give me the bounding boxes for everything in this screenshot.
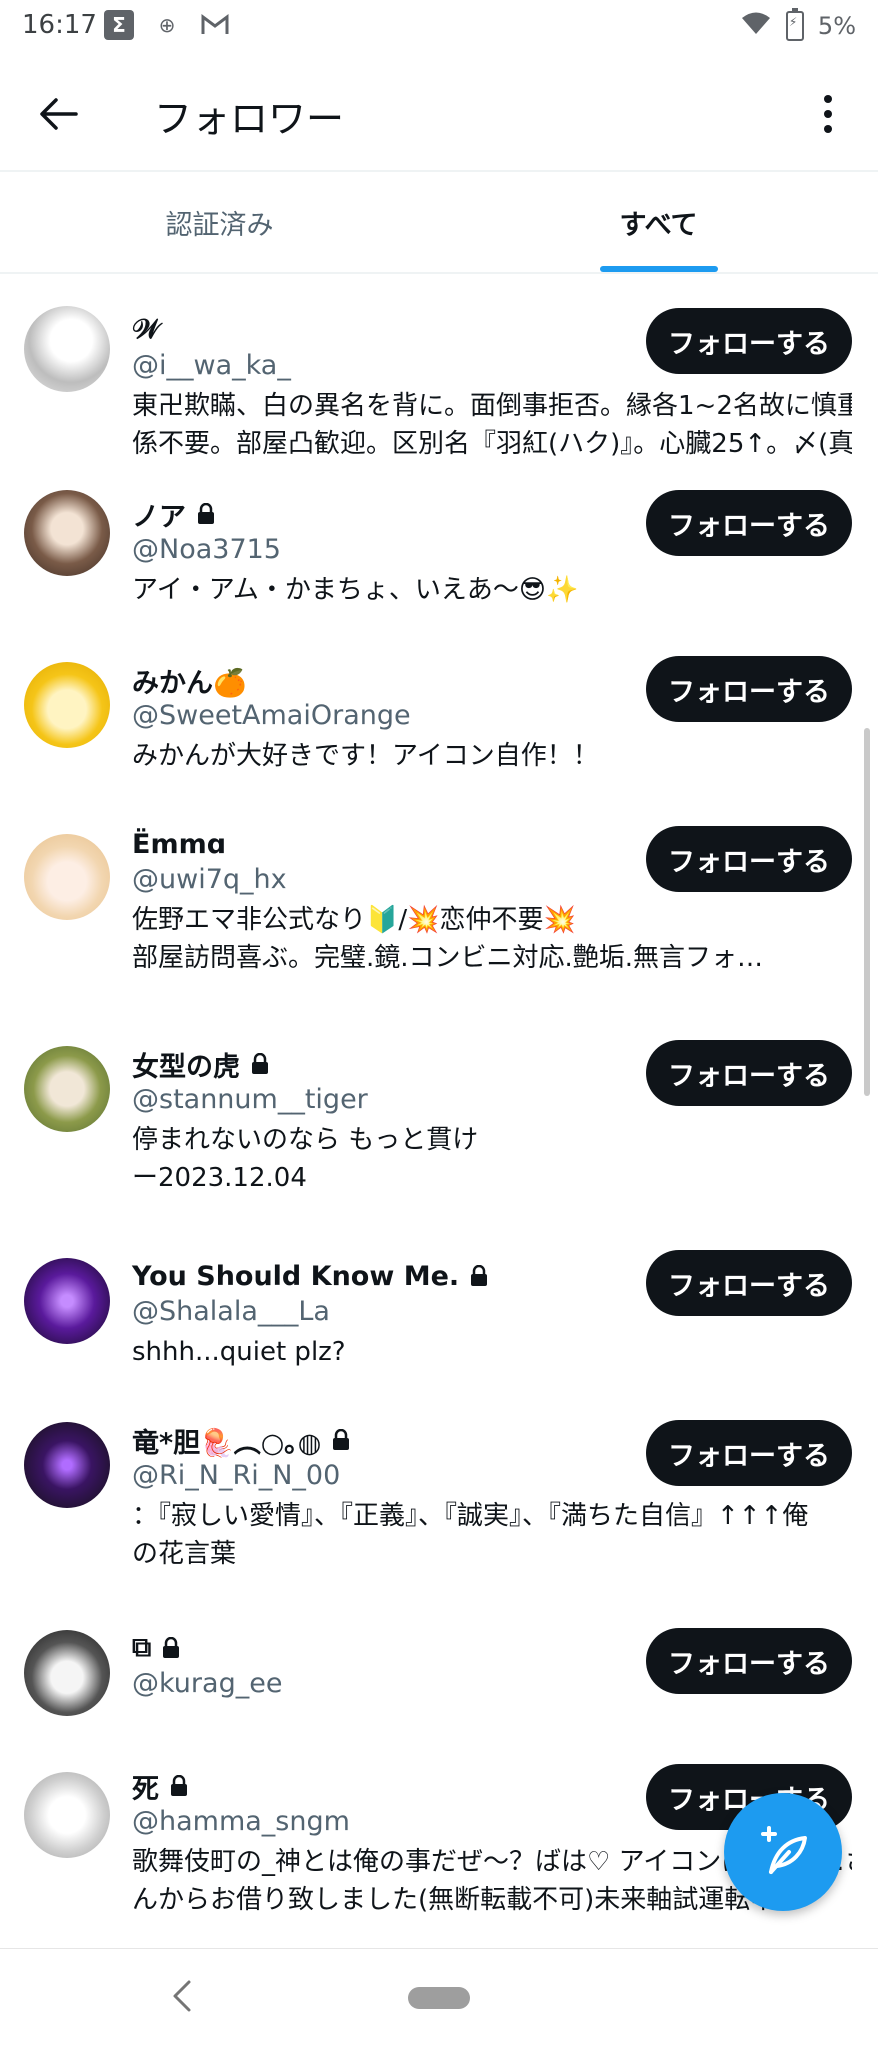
display-name: 女型の虎 bbox=[132, 1051, 240, 1083]
display-name: 𝒲 bbox=[132, 314, 161, 345]
follower-row[interactable]: You Should Know Me. @Shalala___La shhh..… bbox=[0, 1244, 878, 1414]
follow-button[interactable]: フォローする bbox=[646, 1250, 852, 1316]
notification-icons: Σ ⊕ bbox=[104, 10, 230, 40]
follower-row[interactable]: 女型の虎 @stannum__tiger 停まれないのなら もっと貫け ー202… bbox=[0, 1034, 878, 1244]
bio: 佐野エマ非公式なり🔰/💥恋仲不要💥 部屋訪問喜ぶ。完璧.鏡.コンビニ対応.艶垢.… bbox=[132, 905, 764, 973]
tab-verified[interactable]: 認証済み bbox=[0, 172, 439, 272]
follow-button[interactable]: フォローする bbox=[646, 1040, 852, 1106]
status-time: 16:17 bbox=[22, 10, 97, 40]
bio: みかんが大好きです！アイコン自作！！ bbox=[132, 741, 599, 771]
nav-back-button[interactable] bbox=[162, 1971, 202, 2021]
more-vertical-icon bbox=[824, 95, 832, 133]
sigma-app-icon: Σ bbox=[104, 10, 134, 40]
compose-button[interactable] bbox=[724, 1793, 842, 1911]
follow-button[interactable]: フォローする bbox=[646, 1628, 852, 1694]
lock-icon bbox=[171, 1775, 187, 1796]
tab-label: すべて bbox=[619, 209, 698, 241]
display-name: ノア bbox=[132, 501, 186, 533]
bio: 東卍欺瞞、白の異名を背に。面倒事拒否。縁各1~2名故に慎重。関 係不要。部屋凸歓… bbox=[132, 391, 852, 459]
avatar[interactable] bbox=[24, 1630, 110, 1716]
bio: 停まれないのなら もっと貫け ー2023.12.04 bbox=[132, 1125, 479, 1193]
wifi-icon bbox=[740, 10, 772, 42]
display-name: You Should Know Me. bbox=[132, 1260, 460, 1292]
follower-row[interactable]: 𝒲 @i__wa_ka_ 東卍欺瞞、白の異名を背に。面倒事拒否。縁各1~2名故に… bbox=[0, 272, 878, 482]
display-name: ⧉ bbox=[132, 1632, 152, 1663]
chevron-left-icon bbox=[173, 1980, 191, 2012]
follow-button[interactable]: フォローする bbox=[646, 656, 852, 722]
follow-button[interactable]: フォローする bbox=[646, 308, 852, 374]
avatar[interactable] bbox=[24, 1422, 110, 1508]
follower-row[interactable]: Ëmmɑ @uwi7q_hx 佐野エマ非公式なり🔰/💥恋仲不要💥 部屋訪問喜ぶ。… bbox=[0, 820, 878, 1034]
follow-button[interactable]: フォローする bbox=[646, 490, 852, 556]
avatar[interactable] bbox=[24, 1258, 110, 1344]
lock-icon bbox=[198, 503, 214, 524]
lock-icon bbox=[163, 1637, 180, 1658]
follower-row[interactable]: 竜*胆🪼︵○｡◍ @Ri_N_Ri_N_00 ：『寂しい愛情』、『正義』、『誠実… bbox=[0, 1414, 878, 1626]
follower-list: 𝒲 @i__wa_ka_ 東卍欺瞞、白の異名を背に。面倒事拒否。縁各1~2名故に… bbox=[0, 272, 878, 1948]
tab-all[interactable]: すべて bbox=[439, 172, 878, 272]
system-icons: 5% bbox=[740, 8, 856, 42]
avatar[interactable] bbox=[24, 662, 110, 748]
avatar[interactable] bbox=[24, 306, 110, 392]
status-bar: 16:17 Σ ⊕ 5% bbox=[0, 0, 878, 52]
bio: ：『寂しい愛情』、『正義』、『誠実』、『満ちた自信』↑↑↑俺 の花言葉 bbox=[132, 1501, 809, 1569]
navigation-bar bbox=[0, 1948, 878, 2049]
follow-button[interactable]: フォローする bbox=[646, 826, 852, 892]
follow-button[interactable]: フォローする bbox=[646, 1420, 852, 1486]
avatar[interactable] bbox=[24, 490, 110, 576]
avatar[interactable] bbox=[24, 1772, 110, 1858]
lock-icon bbox=[252, 1053, 268, 1074]
display-name: 死 bbox=[132, 1773, 159, 1805]
app-bar: フォロワー bbox=[0, 52, 878, 170]
more-options-button[interactable] bbox=[796, 82, 860, 146]
display-name: みかん🍊 bbox=[132, 667, 247, 699]
nav-home-pill[interactable] bbox=[408, 1987, 470, 2009]
follower-row[interactable]: ノア @Noa3715 アイ・アム・かまちょ、いえあ〜😎✨ フォローする bbox=[0, 482, 878, 650]
back-button[interactable] bbox=[26, 82, 90, 146]
avatar[interactable] bbox=[24, 834, 110, 920]
page-title: フォロワー bbox=[154, 97, 345, 141]
scrollbar[interactable] bbox=[864, 728, 870, 1096]
battery-icon bbox=[785, 8, 804, 41]
bio: アイ・アム・かまちょ、いえあ〜😎✨ bbox=[132, 575, 579, 605]
compose-feather-icon bbox=[761, 1826, 807, 1874]
arrow-left-icon bbox=[40, 98, 78, 130]
lock-icon bbox=[471, 1265, 488, 1286]
bio: shhh...quiet plz? bbox=[132, 1337, 346, 1367]
tab-label: 認証済み bbox=[165, 209, 274, 241]
gmail-icon bbox=[200, 10, 230, 40]
follower-row[interactable]: ⧉ @kurag_ee フォローする bbox=[0, 1626, 878, 1762]
battery-percent: 5% bbox=[817, 12, 856, 40]
display-name: Ëmmɑ bbox=[132, 828, 227, 860]
follower-row[interactable]: みかん🍊 @SweetAmaiOrange みかんが大好きです！アイコン自作！！… bbox=[0, 650, 878, 820]
tab-bar: 認証済み すべて bbox=[0, 172, 878, 272]
avatar[interactable] bbox=[24, 1046, 110, 1132]
data-saver-icon: ⊕ bbox=[158, 13, 176, 37]
display-name: 竜*胆🪼︵○｡◍ bbox=[132, 1427, 322, 1459]
lock-icon bbox=[333, 1429, 350, 1450]
